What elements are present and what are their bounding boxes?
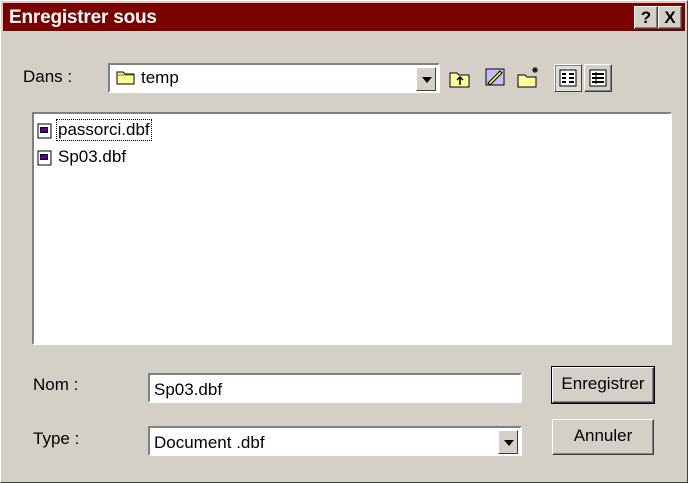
new-folder-icon: [517, 67, 538, 88]
dbf-file-icon: [37, 150, 53, 166]
save-button[interactable]: Enregistrer: [551, 366, 655, 404]
desktop-icon: [485, 68, 505, 86]
filetype-label: Type :: [33, 429, 80, 448]
cancel-button[interactable]: Annuler: [552, 419, 654, 455]
location-value: temp: [141, 68, 179, 87]
chevron-down-icon[interactable]: [498, 430, 518, 454]
list-view-button[interactable]: [554, 64, 582, 92]
dialog-title: Enregistrer sous: [9, 7, 157, 28]
up-folder-icon: [449, 72, 470, 88]
new-folder-button[interactable]: [515, 64, 543, 92]
file-list[interactable]: passorci.dbf Sp03.dbf: [32, 112, 672, 345]
filetype-value: Document .dbf: [154, 433, 265, 452]
up-one-level-button[interactable]: [446, 64, 474, 92]
filename-value: Sp03.dbf: [154, 380, 223, 399]
title-bar[interactable]: Enregistrer sous ? X: [3, 3, 685, 31]
chevron-down-icon[interactable]: [416, 67, 436, 91]
help-button[interactable]: ?: [634, 6, 658, 29]
close-button[interactable]: X: [658, 6, 682, 29]
location-label: Dans :: [23, 67, 73, 86]
filename-label: Nom :: [33, 375, 79, 394]
save-as-dialog: Enregistrer sous ? X Dans : temp passorc…: [0, 0, 688, 483]
details-view-button[interactable]: [584, 64, 612, 92]
file-name: passorci.dbf: [56, 119, 152, 141]
location-combobox[interactable]: temp: [108, 63, 440, 93]
filetype-combobox[interactable]: Document .dbf: [148, 426, 522, 456]
list-view-icon: [559, 69, 577, 87]
details-view-icon: [589, 69, 607, 87]
folder-icon: [116, 69, 136, 91]
dbf-file-icon: [37, 123, 53, 139]
filename-input[interactable]: Sp03.dbf: [148, 373, 522, 403]
desktop-button[interactable]: [481, 64, 509, 92]
file-name: Sp03.dbf: [58, 147, 127, 166]
